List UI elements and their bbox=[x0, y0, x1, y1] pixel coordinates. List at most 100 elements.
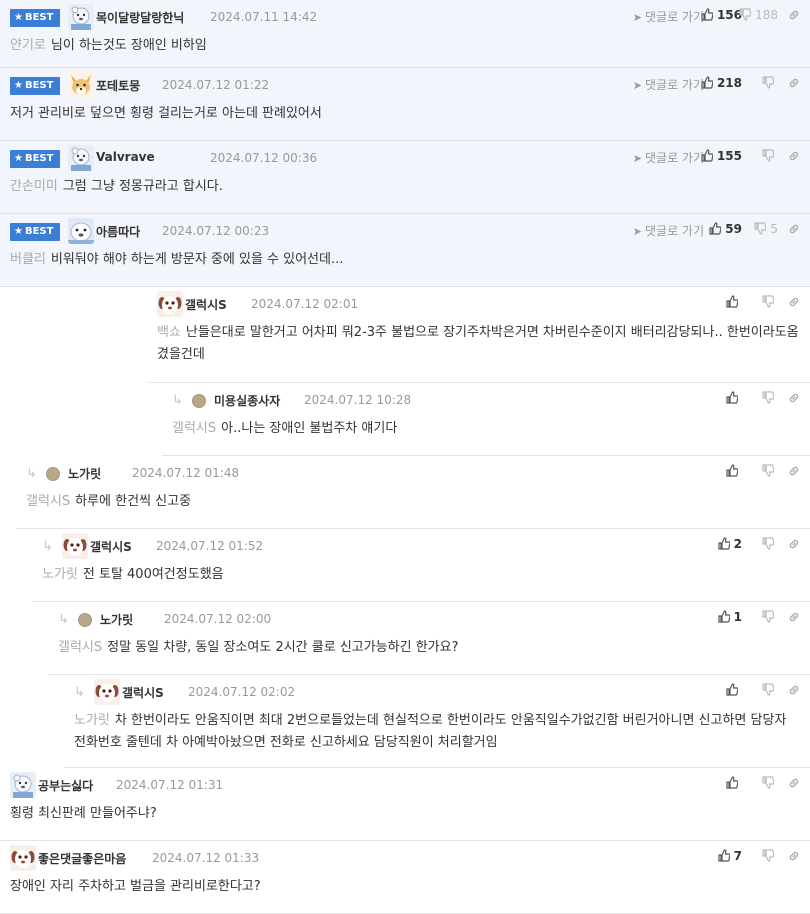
like-button[interactable]: 155 bbox=[701, 149, 742, 163]
like-button[interactable]: 218 bbox=[701, 76, 742, 90]
comment-author[interactable]: Valvrave bbox=[96, 150, 155, 164]
like-button[interactable] bbox=[726, 391, 742, 405]
reply-arrow-icon: ↳ bbox=[58, 612, 69, 627]
like-count: 2 bbox=[733, 537, 742, 551]
copy-link-button[interactable] bbox=[788, 610, 800, 624]
comment-body: 저거 관리비로 덮으면 횡령 걸리는거로 아는데 판례있어서 bbox=[10, 103, 800, 125]
star-icon: ★ bbox=[14, 80, 23, 91]
like-button[interactable] bbox=[726, 464, 742, 478]
copy-link-button[interactable] bbox=[788, 295, 800, 309]
comment-author[interactable]: 공부는싫다 bbox=[38, 777, 93, 794]
avatar[interactable] bbox=[68, 4, 94, 30]
reply-target[interactable]: 노가릿 bbox=[74, 713, 110, 728]
link-icon bbox=[789, 851, 799, 861]
reply-target[interactable]: 간손미미 bbox=[10, 179, 58, 194]
go-to-reply-link[interactable]: ➤ 댓글로 가기 bbox=[633, 76, 704, 93]
avatar[interactable] bbox=[10, 772, 36, 798]
avatar[interactable] bbox=[10, 845, 36, 871]
avatar[interactable] bbox=[68, 218, 94, 244]
comment-date: 2024.07.12 02:02 bbox=[188, 685, 296, 699]
dislike-button[interactable] bbox=[762, 537, 778, 551]
copy-link-button[interactable] bbox=[788, 776, 800, 790]
thumbs-down-icon bbox=[754, 222, 767, 235]
go-to-reply-link[interactable]: ➤ 댓글로 가기 bbox=[633, 8, 704, 25]
dislike-button[interactable]: 5 bbox=[754, 222, 778, 236]
copy-link-button[interactable] bbox=[788, 464, 800, 478]
copy-link-button[interactable] bbox=[788, 849, 800, 863]
reply-target[interactable]: 갤럭시S bbox=[58, 640, 102, 655]
reply-target[interactable]: 얀기로 bbox=[10, 38, 46, 53]
like-button[interactable]: 1 bbox=[718, 610, 742, 624]
thumbs-down-icon bbox=[762, 776, 774, 789]
go-to-reply-link[interactable]: ➤ 댓글로 가기 bbox=[633, 149, 704, 166]
avatar[interactable] bbox=[68, 145, 94, 171]
thumbs-down-icon bbox=[762, 391, 774, 404]
comment-author[interactable]: 노가릿 bbox=[100, 611, 133, 628]
comment-actions bbox=[600, 295, 800, 311]
dislike-button[interactable] bbox=[762, 464, 778, 478]
avatar[interactable] bbox=[62, 533, 88, 559]
like-button[interactable] bbox=[726, 295, 742, 309]
avatar[interactable] bbox=[157, 291, 183, 317]
copy-link-button[interactable] bbox=[788, 391, 800, 405]
thumbs-up-icon bbox=[726, 391, 738, 404]
reply-target[interactable]: 노가릿 bbox=[42, 567, 78, 582]
like-button[interactable] bbox=[726, 683, 742, 697]
comment-author[interactable]: 미용실종사자 bbox=[214, 392, 280, 409]
dislike-button[interactable] bbox=[762, 391, 778, 405]
copy-link-button[interactable] bbox=[788, 222, 800, 236]
dislike-button[interactable] bbox=[762, 849, 778, 863]
dislike-button[interactable] bbox=[762, 76, 778, 90]
comment-author[interactable]: 노가릿 bbox=[68, 465, 101, 482]
dislike-button[interactable] bbox=[762, 776, 778, 790]
comment-date: 2024.07.12 02:00 bbox=[164, 612, 272, 626]
comment-text: 차 한번이라도 안움직이면 최대 2번으로들었는데 현실적으로 한번이라도 안움… bbox=[74, 713, 787, 750]
like-button[interactable]: 59 bbox=[709, 222, 742, 236]
avatar[interactable] bbox=[46, 467, 60, 481]
reply-target[interactable]: 갤럭시S bbox=[26, 494, 70, 509]
thumbs-up-icon bbox=[701, 149, 713, 162]
avatar[interactable] bbox=[192, 394, 206, 408]
comment-author[interactable]: 갤럭시S bbox=[122, 684, 164, 701]
comment-item: ↳ 노가릿 2024.07.12 02:00 1 갤럭시S 정말 동일 차량, 동일 장소… bbox=[48, 602, 810, 675]
comment-item: 공부는싫다 2024.07.12 01:31 횡령 최신판례 만들어주냐? bbox=[0, 768, 810, 841]
comment-body: 갤럭시S 정말 동일 차량, 동일 장소여도 2시간 쿨로 신고가능하긴 한가요? bbox=[58, 637, 800, 659]
comment-item: ↳ 갤럭시S 2024.07.12 01:52 2 노가릿 전 토탈 400여건정도했음 bbox=[32, 529, 810, 602]
dislike-button[interactable] bbox=[762, 610, 778, 624]
comment-author[interactable]: 아름따다 bbox=[96, 223, 140, 240]
comment-author[interactable]: 갤럭시S bbox=[90, 538, 132, 555]
dislike-count: 5 bbox=[770, 222, 778, 236]
comment-date: 2024.07.12 02:01 bbox=[251, 297, 359, 311]
comment-author[interactable]: 좋은댓글좋은마음 bbox=[38, 850, 126, 867]
comment-date: 2024.07.11 14:42 bbox=[210, 10, 318, 24]
reply-target[interactable]: 버클리 bbox=[10, 252, 46, 267]
copy-link-button[interactable] bbox=[788, 8, 800, 22]
dislike-button[interactable]: 188 bbox=[739, 8, 778, 22]
copy-link-button[interactable] bbox=[788, 76, 800, 90]
avatar[interactable] bbox=[78, 613, 92, 627]
copy-link-button[interactable] bbox=[788, 149, 800, 163]
dislike-button[interactable] bbox=[762, 295, 778, 309]
copy-link-button[interactable] bbox=[788, 537, 800, 551]
copy-link-button[interactable] bbox=[788, 683, 800, 697]
link-icon bbox=[789, 685, 799, 695]
thumbs-up-icon bbox=[726, 776, 738, 789]
avatar[interactable] bbox=[94, 679, 120, 705]
comment-item: 좋은댓글좋은마음 2024.07.12 01:33 7 장애인 자리 주차하고 벌금을… bbox=[0, 841, 810, 914]
like-button[interactable]: 2 bbox=[718, 537, 742, 551]
reply-target[interactable]: 백쇼 bbox=[157, 325, 181, 340]
comment-author[interactable]: 목이달랑달랑한닉 bbox=[96, 9, 184, 26]
reply-target[interactable]: 갤럭시S bbox=[172, 421, 216, 436]
thumbs-down-icon bbox=[762, 76, 774, 89]
like-button[interactable]: 156 bbox=[701, 8, 742, 22]
link-icon bbox=[789, 151, 799, 161]
comment-author[interactable]: 갤럭시S bbox=[185, 296, 227, 313]
like-button[interactable]: 7 bbox=[718, 849, 742, 863]
comment-author[interactable]: 포테토뭉 bbox=[96, 77, 140, 94]
go-to-reply-link[interactable]: ➤ 댓글로 가기 bbox=[633, 222, 704, 239]
avatar[interactable] bbox=[68, 72, 94, 98]
comment-date: 2024.07.12 01:52 bbox=[156, 539, 264, 553]
like-button[interactable] bbox=[726, 776, 742, 790]
dislike-button[interactable] bbox=[762, 149, 778, 163]
dislike-button[interactable] bbox=[762, 683, 778, 697]
